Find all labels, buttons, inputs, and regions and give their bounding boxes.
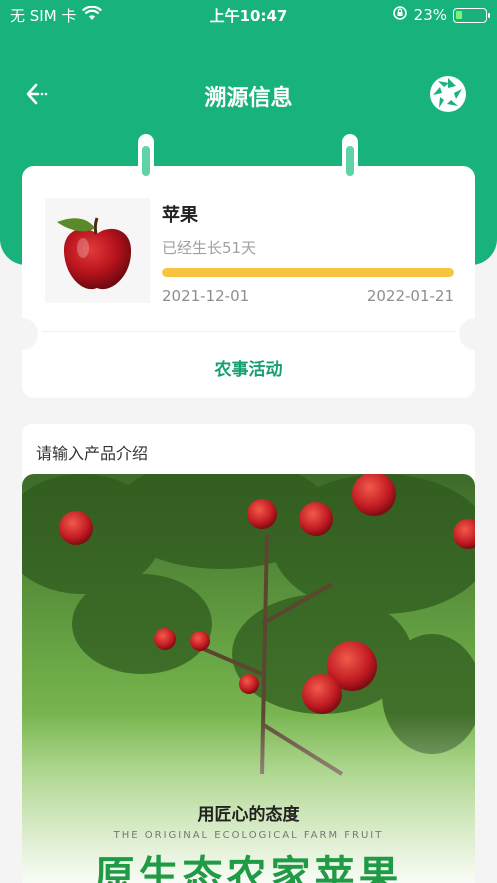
binder-tab-right xyxy=(342,134,358,180)
slogan-english: THE ORIGINAL ECOLOGICAL FARM FRUIT xyxy=(113,830,384,841)
growth-progress-bar xyxy=(162,268,454,277)
card-notch-left xyxy=(6,318,38,350)
battery-icon xyxy=(453,7,490,23)
scan-button[interactable] xyxy=(429,75,467,113)
product-headline: 原生态农家苹果 xyxy=(94,853,403,883)
farm-activity-link[interactable]: 农事活动 xyxy=(22,355,475,380)
aperture-icon xyxy=(429,76,467,117)
start-date: 2021-12-01 xyxy=(162,287,250,305)
slogan: 用匠心的态度 xyxy=(197,805,300,825)
card-notch-right xyxy=(459,318,491,350)
end-date: 2022-01-21 xyxy=(366,287,454,305)
growth-days: 已经生长51天 xyxy=(162,239,257,257)
product-name: 苹果 xyxy=(162,205,198,226)
nav-bar: 溯源信息 xyxy=(0,70,497,118)
battery-percent: 23% xyxy=(413,6,447,24)
card-divider xyxy=(42,331,456,332)
intro-label: 请输入产品介绍 xyxy=(36,444,149,463)
product-image xyxy=(45,198,150,303)
binder-tab-left xyxy=(138,134,154,180)
page-title: 溯源信息 xyxy=(204,86,293,111)
status-bar: 无 SIM 卡 上午10:47 23% xyxy=(0,0,497,28)
orientation-lock-icon xyxy=(392,5,408,25)
